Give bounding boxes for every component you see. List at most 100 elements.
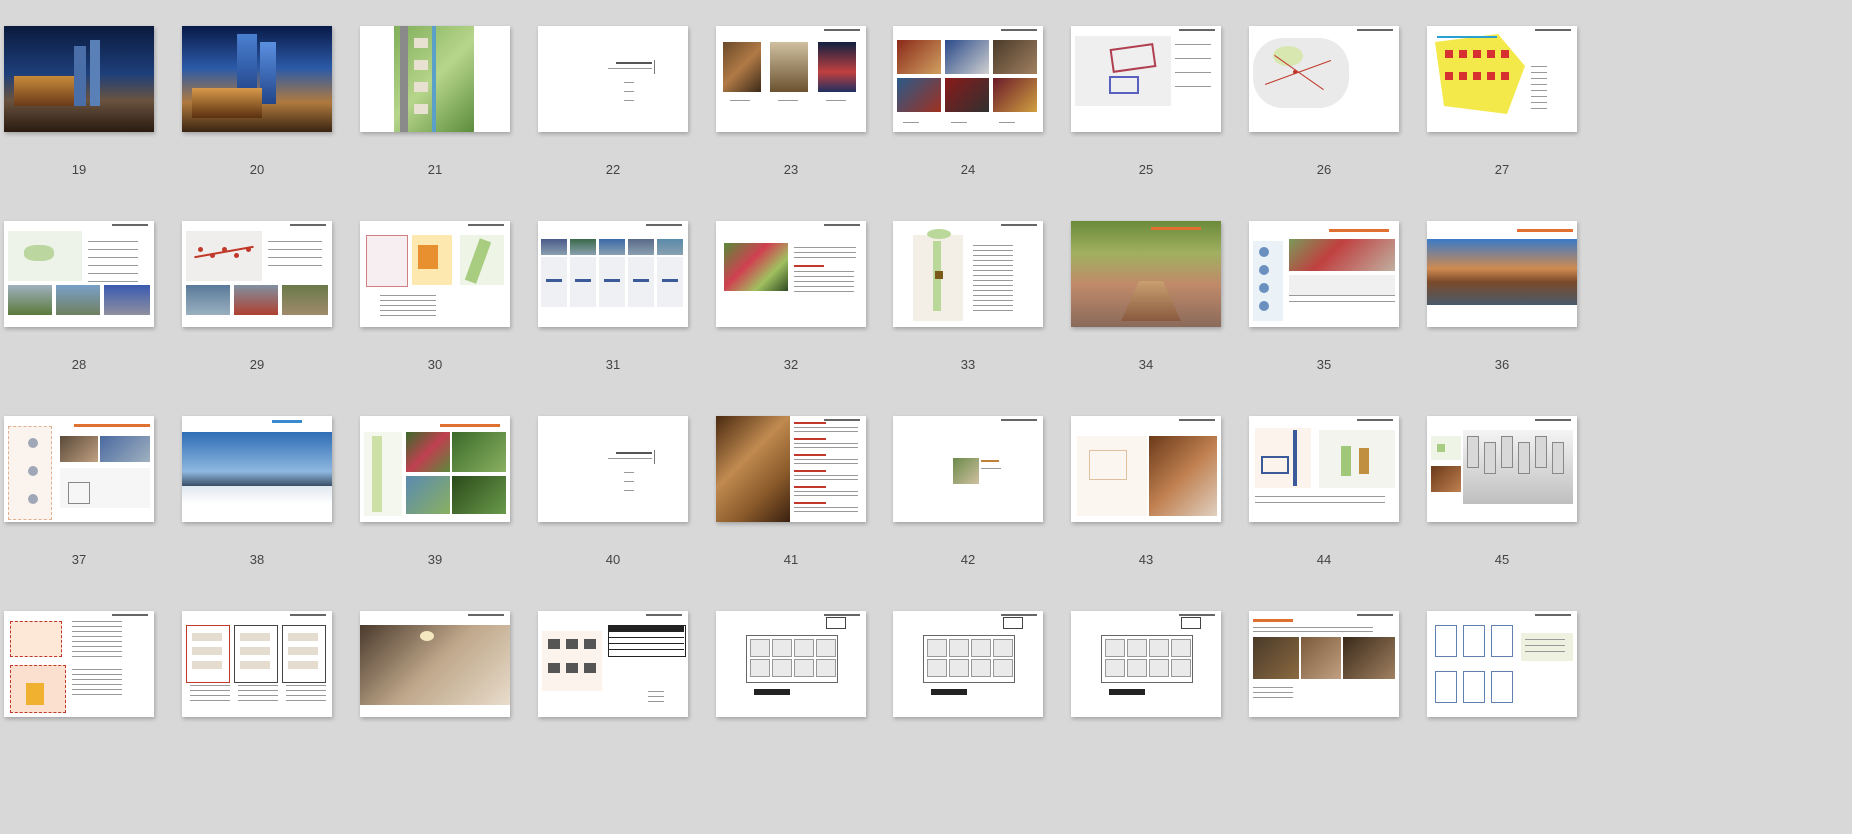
text-line [268,257,322,258]
red-node [210,253,215,258]
text-line [238,700,278,701]
slide-number: 29 [249,357,265,372]
floor-room [1105,639,1125,657]
slide-thumbnail[interactable] [182,221,332,327]
slide-header-text [1001,29,1037,31]
slide-thumbnail[interactable] [4,221,154,327]
slide-thumbnail[interactable] [1427,26,1577,132]
slide-thumbnail[interactable] [716,221,866,327]
slide-thumbnail[interactable] [360,416,510,522]
text-line [268,265,322,266]
slide-thumbnail[interactable] [893,221,1043,327]
text-line [72,626,122,627]
slide-thumbnail[interactable] [893,26,1043,132]
slide-thumbnail[interactable] [716,416,866,522]
slide-thumbnail[interactable] [538,221,688,327]
slide-thumbnail[interactable] [538,416,688,522]
slide-thumbnail[interactable] [360,26,510,132]
slide-header-text [1357,614,1393,616]
text-line [826,100,846,101]
text-line [88,265,138,266]
text-line [72,656,122,657]
red-heading [794,438,826,440]
column-label [575,279,591,282]
unit-room [240,633,270,641]
text-line [88,273,138,274]
slide-thumbnail[interactable] [1249,26,1399,132]
sketch-tower [1535,436,1547,468]
text-line [794,463,858,464]
text-line [1253,692,1293,693]
slide-number: 33 [960,357,976,372]
green-zone [24,245,54,261]
plan-label-bar [931,689,967,695]
slide-thumbnail[interactable] [1249,611,1399,717]
slide-thumbnail[interactable] [4,26,154,132]
text-line [238,690,278,691]
diagram-red [366,235,408,287]
slide-thumbnail[interactable] [893,416,1043,522]
slide-thumbnail[interactable] [716,26,866,132]
text-line [1253,627,1373,628]
slide-thumbnail[interactable] [182,611,332,717]
table-rule [608,637,684,638]
slide-thumbnail[interactable] [538,611,688,717]
slide-thumbnail[interactable] [1071,221,1221,327]
slide-number: 26 [1316,162,1332,177]
text-line [1531,72,1547,73]
slide-thumbnail[interactable] [182,416,332,522]
slide-thumbnail[interactable] [1071,26,1221,132]
slide-number: 40 [605,552,621,567]
slide-header-text [824,419,860,421]
slide-thumbnail[interactable] [360,221,510,327]
column-panel [657,257,683,307]
slide-thumbnail[interactable] [182,26,332,132]
tower-shape [260,42,276,104]
text-line [72,669,122,670]
slide-thumbnail[interactable] [1249,221,1399,327]
land-parcel [1501,72,1509,80]
slide-thumbnail[interactable] [1071,611,1221,717]
floor-room [971,639,991,657]
text-line [794,479,858,480]
slide-thumbnail[interactable] [538,26,688,132]
unit-room [192,633,222,641]
slide-thumbnail[interactable] [1427,611,1577,717]
slide-header-text [1535,614,1571,616]
text-line [1525,651,1565,652]
red-heading [794,265,824,267]
floor-room [750,639,770,657]
text-line [72,636,122,637]
text-line [973,270,1013,271]
slide-thumbnail[interactable] [4,416,154,522]
text-line [973,260,1013,261]
photo-tile [1253,637,1299,679]
unit-room [288,647,318,655]
plan-label-bar [1109,689,1145,695]
slide-thumbnail[interactable] [1427,221,1577,327]
slide-thumbnail[interactable] [1427,416,1577,522]
slide-thumbnail[interactable] [4,611,154,717]
plan-marker [1259,283,1269,293]
table-rule [608,631,684,632]
garden-photo [452,476,506,514]
slide-number: 27 [1494,162,1510,177]
text-line [1531,108,1547,109]
slide-thumbnail[interactable] [716,611,866,717]
text-line [903,122,919,123]
subtitle-line [608,68,652,69]
text-line [973,255,1013,256]
slide-thumbnail[interactable] [893,611,1043,717]
slide-thumbnail[interactable] [360,611,510,717]
slide-thumbnail[interactable] [1071,416,1221,522]
unit-plan [1491,625,1513,657]
unit-plan [1435,671,1457,703]
text-line [190,700,230,701]
text-line [794,511,858,512]
plan-marker [1259,301,1269,311]
slide-thumbnail[interactable] [1249,416,1399,522]
text-line [1531,96,1547,97]
text-line [268,241,322,242]
text-line [72,651,122,652]
land-parcel [1473,50,1481,58]
